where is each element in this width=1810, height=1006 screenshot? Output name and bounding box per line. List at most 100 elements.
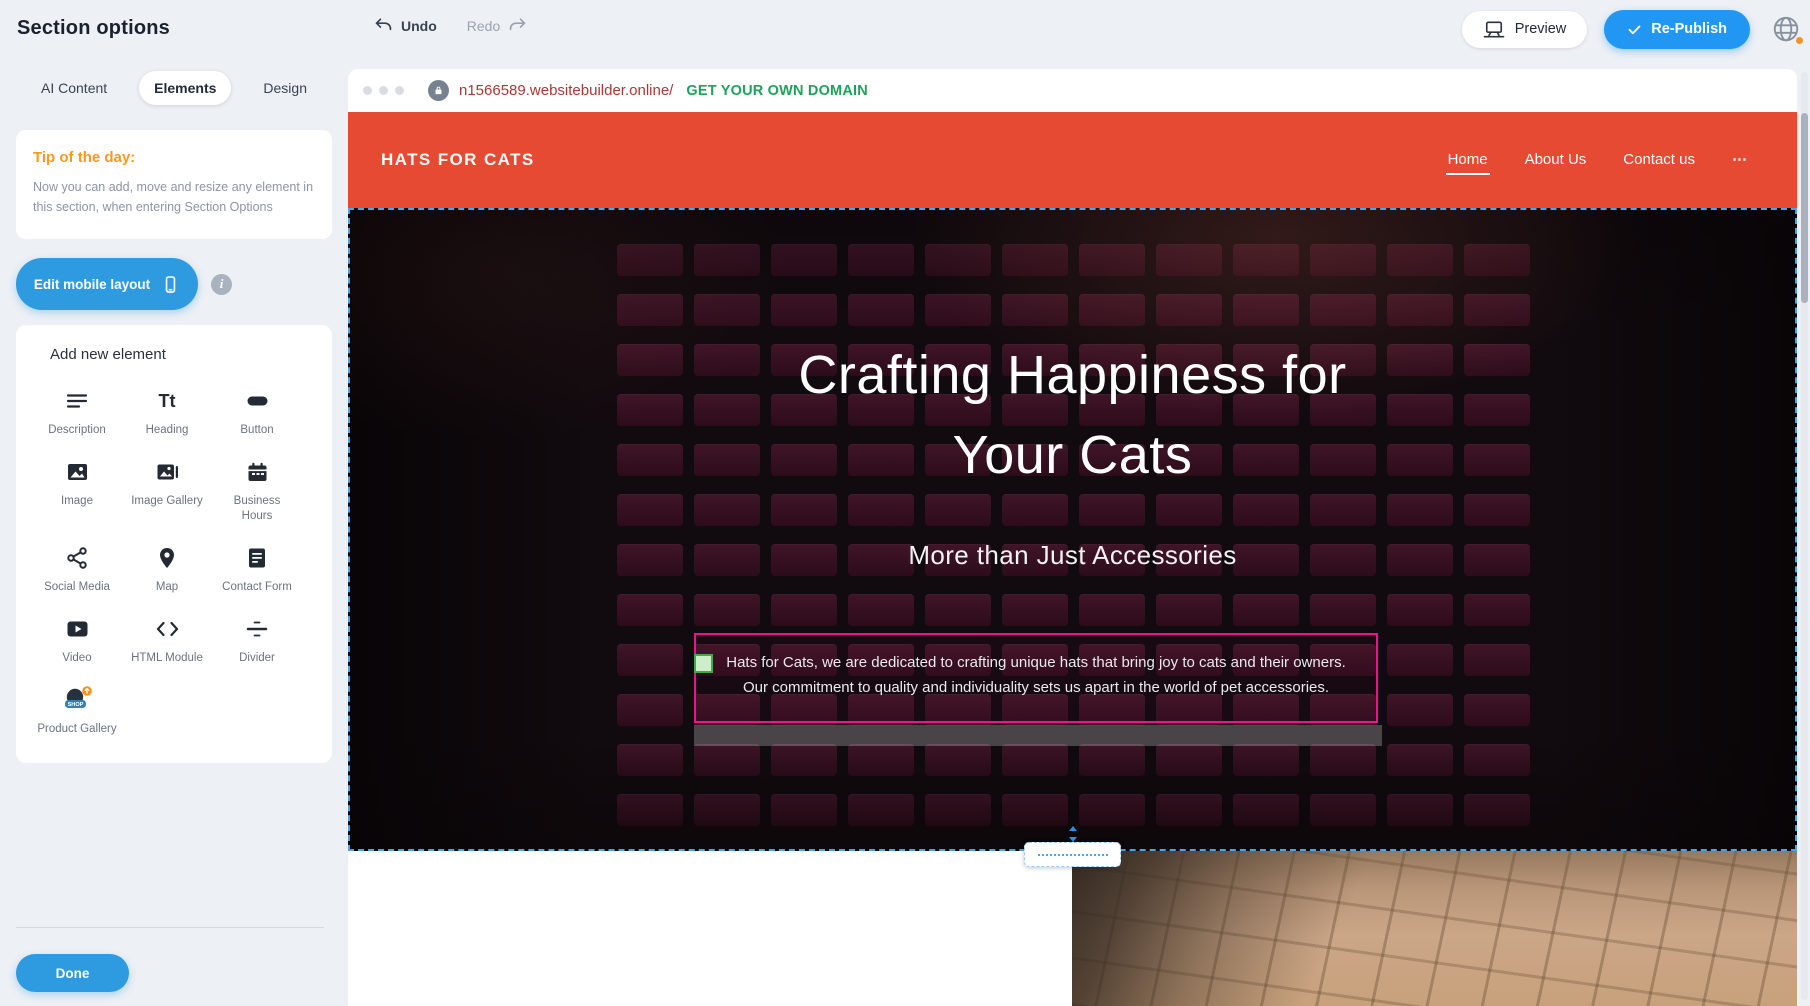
phone-icon — [161, 275, 180, 294]
map-pin-icon — [155, 544, 179, 572]
site-preview-frame: n1566589.websitebuilder.online/ GET YOUR… — [348, 69, 1797, 1006]
tab-ai-content[interactable]: AI Content — [26, 71, 122, 105]
next-section — [348, 851, 1797, 1006]
hero-section[interactable]: Crafting Happiness for Your Cats More th… — [348, 208, 1797, 851]
add-new-element-card: Add new element Description Tt Heading B… — [16, 325, 332, 763]
nav-home[interactable]: Home — [1446, 146, 1490, 175]
edit-mobile-layout-button[interactable]: Edit mobile layout — [16, 258, 198, 310]
add-element-video[interactable]: Video — [32, 615, 122, 666]
undo-button[interactable]: Undo — [374, 17, 437, 34]
add-element-heading[interactable]: Tt Heading — [122, 387, 212, 438]
monitor-icon — [1483, 20, 1505, 39]
window-dot — [395, 86, 404, 95]
business-hours-icon — [245, 458, 270, 486]
window-dot — [379, 86, 388, 95]
hero-subheading[interactable]: More than Just Accessories — [348, 540, 1797, 571]
resize-dotted-line — [1038, 854, 1108, 856]
history-controls: Undo Redo — [374, 17, 527, 34]
page-title: Section options — [17, 17, 170, 40]
tip-title: Tip of the day: — [33, 149, 315, 166]
divider-icon — [245, 615, 269, 643]
hero-paragraph[interactable]: Hats for Cats, we are dedicated to craft… — [696, 650, 1376, 700]
add-element-product-gallery[interactable]: SHOP Product Gallery — [32, 686, 122, 737]
undo-icon — [374, 17, 393, 34]
nav-about-us[interactable]: About Us — [1523, 146, 1589, 175]
product-gallery-shop-icon: SHOP — [62, 686, 93, 714]
preview-button[interactable]: Preview — [1462, 11, 1588, 48]
redo-button[interactable]: Redo — [467, 17, 527, 34]
element-label: Map — [156, 580, 178, 595]
selected-text-element[interactable]: Hats for Cats, we are dedicated to craft… — [694, 633, 1378, 723]
add-element-social-media[interactable]: Social Media — [32, 544, 122, 595]
element-label: HTML Module — [131, 651, 203, 666]
add-element-divider[interactable]: Divider — [212, 615, 302, 666]
contact-form-icon — [245, 544, 269, 572]
site-header: HATS FOR CATS Home About Us Contact us ⋯ — [348, 112, 1797, 208]
shop-badge-label: SHOP — [67, 702, 83, 708]
redo-label: Redo — [467, 18, 500, 34]
image-gallery-icon — [155, 458, 180, 486]
scrollbar-thumb[interactable] — [1801, 113, 1808, 303]
site-logo[interactable]: HATS FOR CATS — [381, 150, 535, 170]
heading-icon: Tt — [159, 387, 176, 415]
get-your-own-domain-link[interactable]: GET YOUR OWN DOMAIN — [686, 83, 868, 99]
hero-heading[interactable]: Crafting Happiness for Your Cats — [348, 335, 1797, 495]
description-icon — [65, 387, 89, 415]
next-section-white-area — [348, 851, 1072, 1006]
republish-label: Re-Publish — [1651, 21, 1727, 37]
window-dot — [363, 86, 372, 95]
topbar-actions: Preview Re-Publish — [1462, 0, 1801, 58]
add-element-map[interactable]: Map — [122, 544, 212, 595]
element-label: Description — [48, 423, 106, 438]
element-label: Business Hours — [217, 494, 297, 524]
top-toolbar: Section options Undo Redo Preview Re-Pub… — [0, 0, 1810, 58]
nav-more-button[interactable]: ⋯ — [1730, 145, 1750, 175]
window-control-dots — [363, 86, 404, 95]
undo-label: Undo — [401, 18, 437, 34]
add-element-button[interactable]: Button — [212, 387, 302, 438]
mobile-layout-row: Edit mobile layout i — [16, 258, 332, 310]
sidebar-divider — [16, 927, 324, 928]
hero-paragraph-line: Our commitment to quality and individual… — [696, 675, 1376, 700]
hero-vignette-overlay — [348, 208, 1797, 851]
add-element-html-module[interactable]: HTML Module — [122, 615, 212, 666]
element-label: Product Gallery — [37, 722, 116, 737]
browser-url: n1566589.websitebuilder.online/ — [459, 82, 673, 99]
element-label: Heading — [146, 423, 189, 438]
add-element-title: Add new element — [50, 346, 302, 363]
add-element-business-hours[interactable]: Business Hours — [212, 458, 302, 524]
image-icon — [65, 458, 90, 486]
tab-elements[interactable]: Elements — [139, 71, 231, 105]
hero-paragraph-line: Hats for Cats, we are dedicated to craft… — [696, 650, 1376, 675]
add-element-contact-form[interactable]: Contact Form — [212, 544, 302, 595]
tab-design[interactable]: Design — [248, 71, 322, 105]
section-options-panel: AI Content Elements Design Tip of the da… — [0, 58, 348, 1006]
video-icon — [65, 615, 90, 643]
cobblestone-photo — [1072, 851, 1797, 1006]
browser-chrome-bar: n1566589.websitebuilder.online/ GET YOUR… — [348, 69, 1797, 112]
site-nav: Home About Us Contact us ⋯ — [1446, 112, 1750, 208]
add-element-image-gallery[interactable]: Image Gallery — [122, 458, 212, 524]
republish-button[interactable]: Re-Publish — [1604, 10, 1750, 49]
tip-body: Now you can add, move and resize any ele… — [33, 177, 315, 217]
element-grid: Description Tt Heading Button Image Imag… — [32, 387, 302, 737]
section-resize-handle[interactable] — [1024, 842, 1121, 867]
resize-arrows-icon — [1066, 826, 1080, 842]
language-globe-button[interactable] — [1771, 14, 1801, 44]
social-media-icon — [65, 544, 89, 572]
done-button[interactable]: Done — [16, 954, 129, 992]
element-label: Divider — [239, 651, 275, 666]
element-label: Social Media — [44, 580, 110, 595]
add-element-description[interactable]: Description — [32, 387, 122, 438]
app-root: Section options Undo Redo Preview Re-Pub… — [0, 0, 1810, 1006]
add-element-image[interactable]: Image — [32, 458, 122, 524]
info-icon[interactable]: i — [211, 274, 232, 295]
preview-label: Preview — [1515, 21, 1567, 37]
element-label: Image Gallery — [131, 494, 203, 509]
element-label: Contact Form — [222, 580, 292, 595]
site-viewport: HATS FOR CATS Home About Us Contact us ⋯… — [348, 112, 1797, 1006]
nav-contact-us[interactable]: Contact us — [1621, 146, 1697, 175]
element-label: Image — [61, 494, 93, 509]
hero-heading-line: Crafting Happiness for — [348, 335, 1797, 415]
element-resize-handle-left[interactable] — [694, 654, 713, 673]
